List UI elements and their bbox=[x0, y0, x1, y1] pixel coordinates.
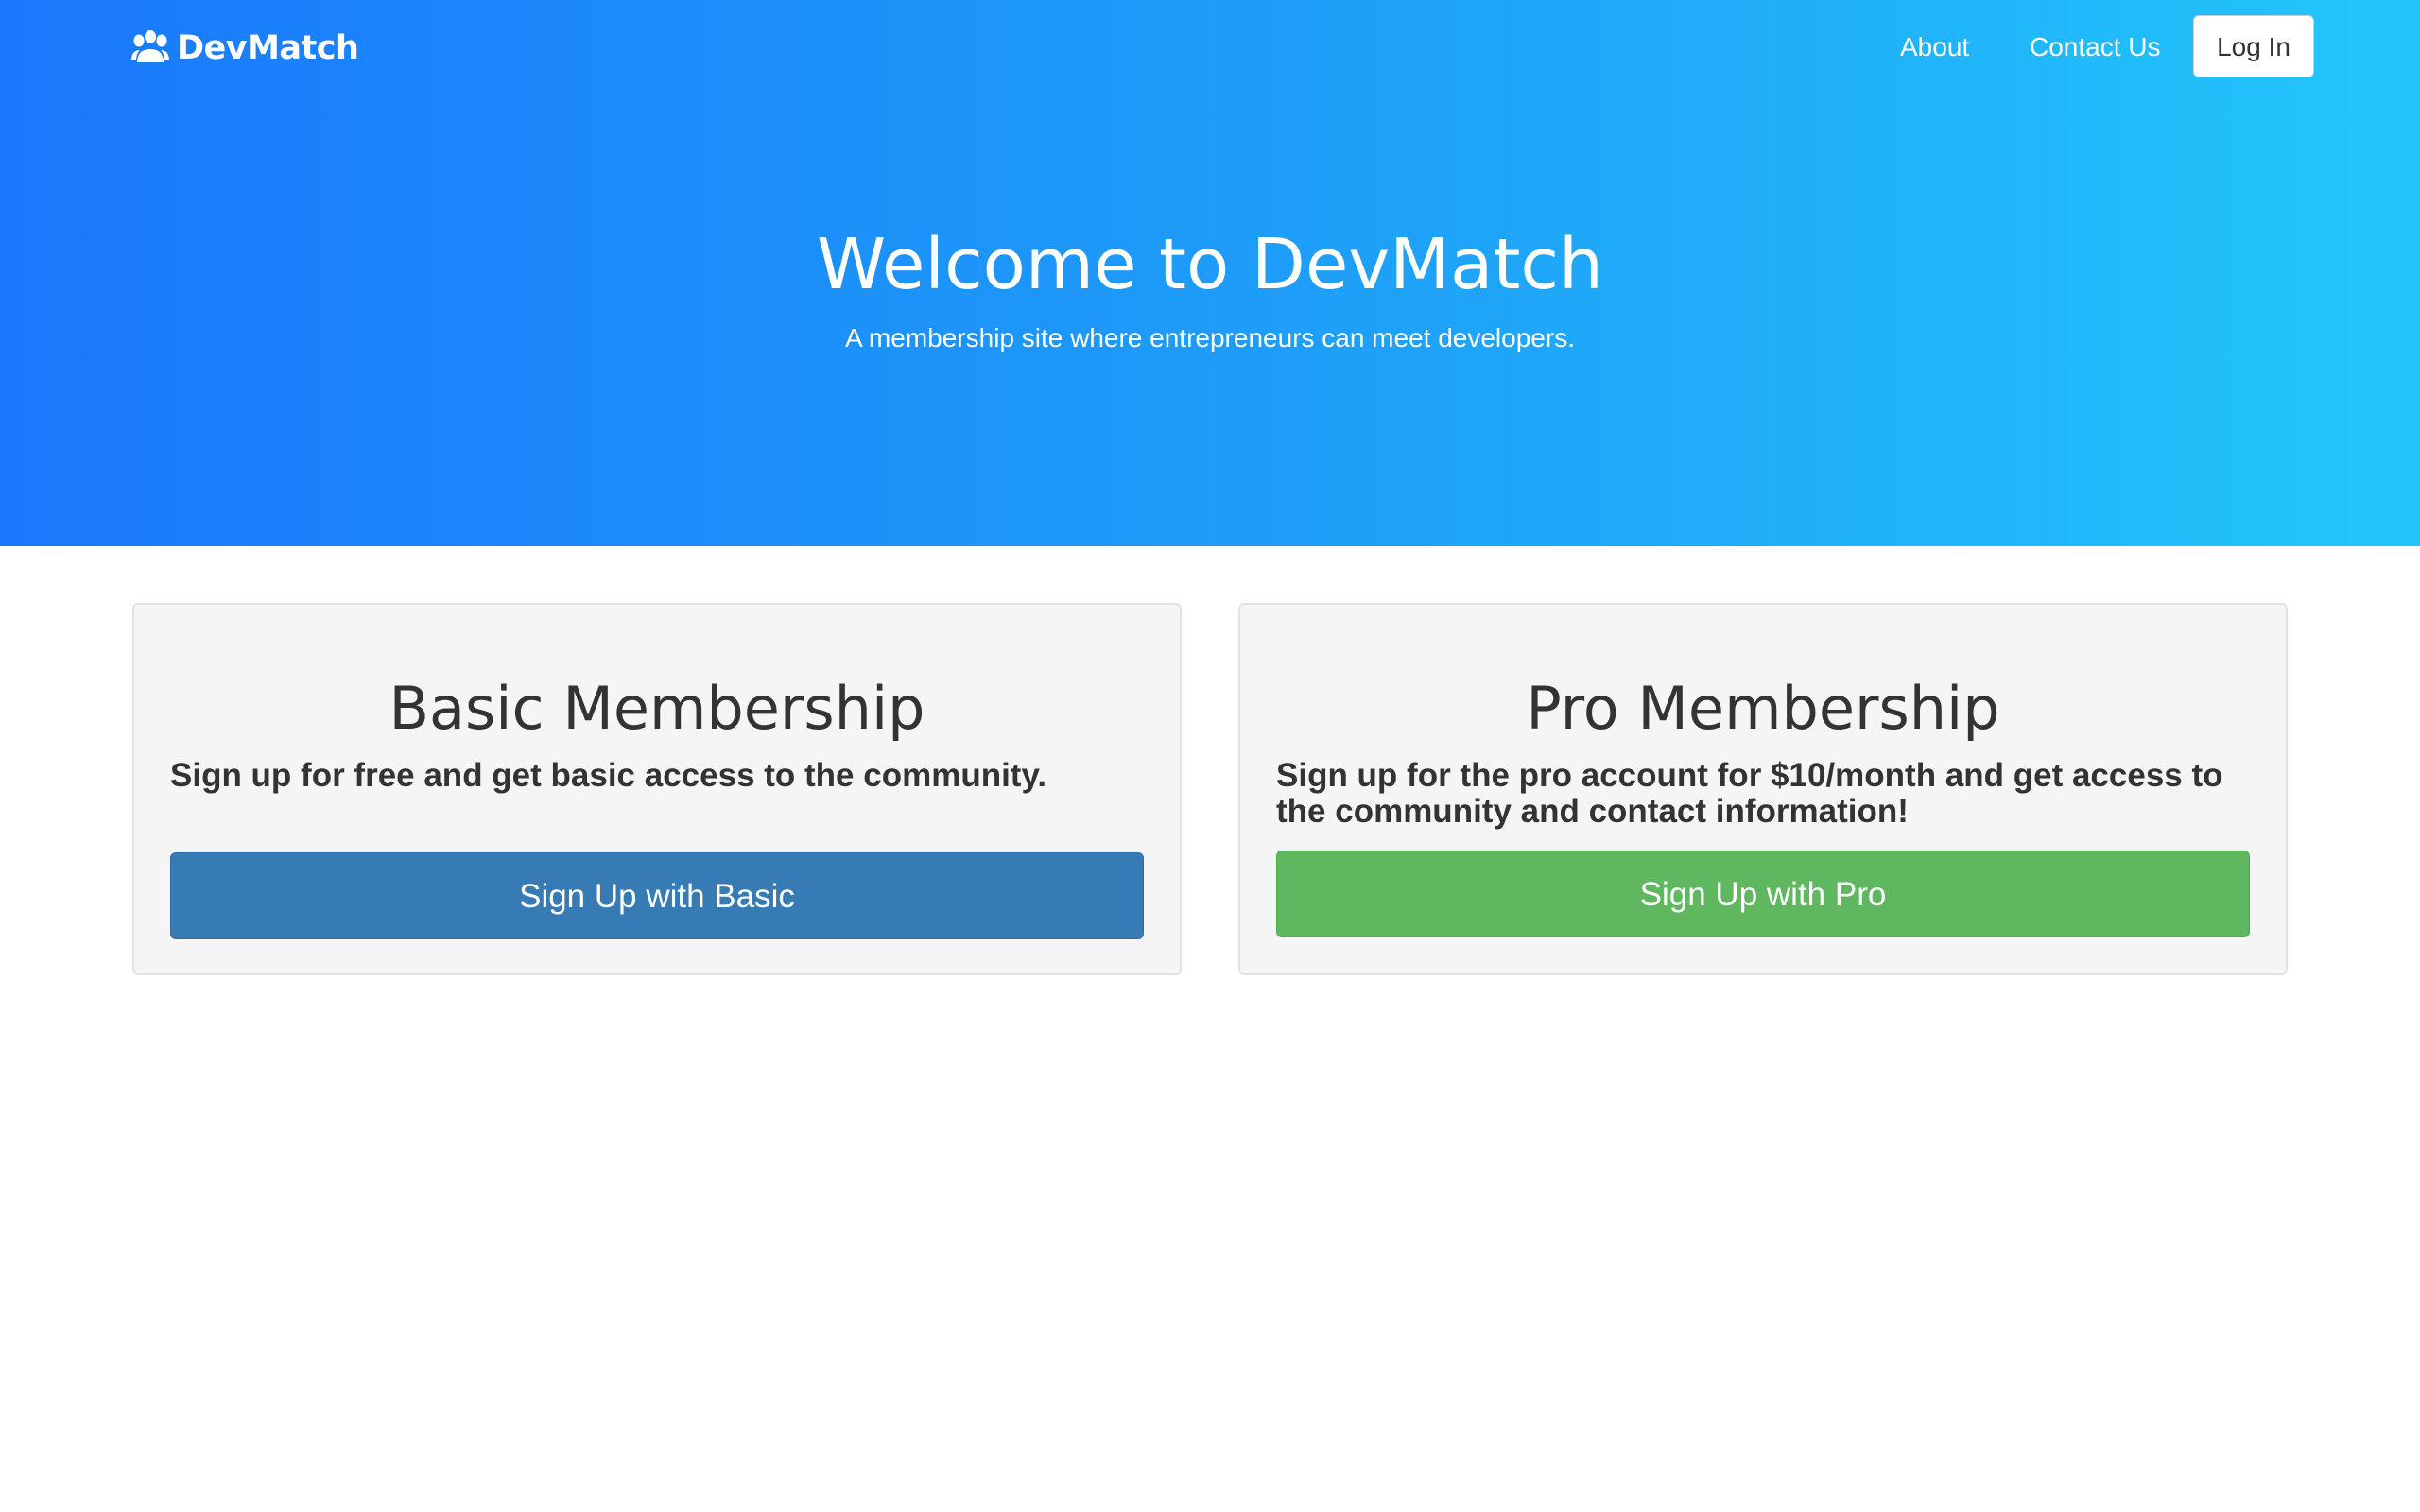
hero-subtitle: A membership site where entrepreneurs ca… bbox=[845, 323, 1575, 352]
paw-icon bbox=[131, 30, 169, 66]
hero-banner: DevMatch About Contact Us Log In Welcome… bbox=[0, 0, 2420, 546]
nav-link-about[interactable]: About bbox=[1900, 28, 1969, 66]
pro-membership-description: Sign up for the pro account for $10/mont… bbox=[1276, 757, 2223, 830]
brand-name: DevMatch bbox=[177, 29, 359, 67]
basic-membership-card: Basic Membership Sign up for free and ge… bbox=[132, 603, 1182, 975]
basic-membership-description: Sign up for free and get basic access to… bbox=[170, 757, 1047, 794]
sign-up-pro-button[interactable]: Sign Up with Pro bbox=[1276, 850, 2250, 937]
hero-title: Welcome to DevMatch bbox=[817, 224, 1603, 305]
brand-logo[interactable]: DevMatch bbox=[131, 26, 359, 70]
pro-membership-card: Pro Membership Sign up for the pro accou… bbox=[1238, 603, 2288, 975]
login-button[interactable]: Log In bbox=[2193, 15, 2314, 77]
basic-membership-title: Basic Membership bbox=[389, 674, 925, 743]
nav-link-contact[interactable]: Contact Us bbox=[2030, 28, 2161, 66]
pro-membership-title: Pro Membership bbox=[1526, 674, 2000, 743]
sign-up-basic-button[interactable]: Sign Up with Basic bbox=[170, 852, 1144, 939]
